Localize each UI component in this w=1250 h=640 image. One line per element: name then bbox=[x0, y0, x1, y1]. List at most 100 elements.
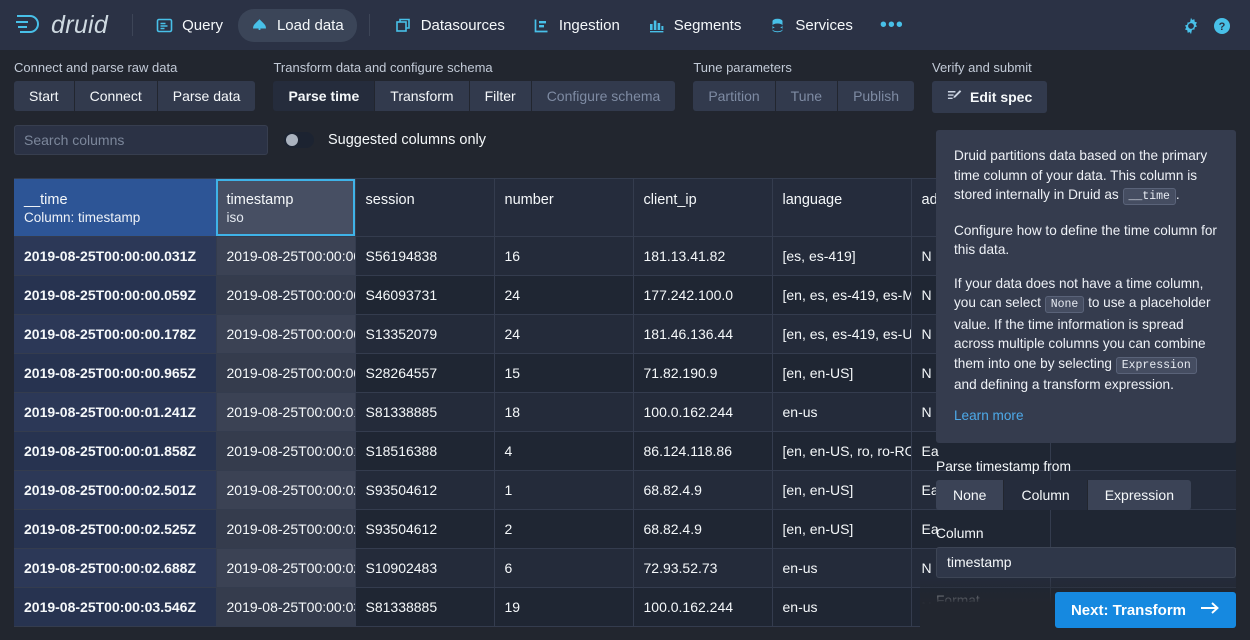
column-header-time[interactable]: __time Column: timestamp bbox=[14, 179, 216, 236]
cell-timestamp: 2019-08-25T00:00:02.6 bbox=[216, 548, 355, 587]
search-input[interactable] bbox=[14, 125, 268, 155]
toggle-switch[interactable] bbox=[284, 132, 314, 148]
cell-timestamp: 2019-08-25T00:00:00.0 bbox=[216, 236, 355, 275]
cell-session: S93504612 bbox=[355, 470, 494, 509]
column-name: number bbox=[505, 191, 623, 209]
svg-text:?: ? bbox=[1219, 21, 1226, 33]
step-button-transform[interactable]: Transform bbox=[375, 81, 469, 111]
column-subtitle: iso bbox=[227, 209, 345, 227]
step-button-edit-spec[interactable]: Edit spec bbox=[932, 81, 1047, 113]
nav-item-label: Load data bbox=[277, 17, 344, 34]
cell-number: 2 bbox=[494, 509, 633, 548]
cell-number: 15 bbox=[494, 353, 633, 392]
toggle-knob bbox=[286, 134, 298, 146]
cell-language: [en, en-US, ro, ro-RO] bbox=[772, 431, 911, 470]
nav-item-query[interactable]: Query bbox=[143, 9, 236, 42]
cell-language: en-us bbox=[772, 587, 911, 626]
cell-language: [es, es-419] bbox=[772, 236, 911, 275]
step-button-parse-data[interactable]: Parse data bbox=[158, 81, 256, 111]
wizard-step-bar: Connect and parse raw data Start Connect… bbox=[0, 50, 1250, 113]
column-input[interactable] bbox=[936, 547, 1236, 578]
info-paragraph-2: Configure how to define the time column … bbox=[954, 221, 1218, 260]
toggle-label: Suggested columns only bbox=[328, 132, 486, 148]
cell-session: S46093731 bbox=[355, 275, 494, 314]
column-field-label: Column bbox=[936, 526, 1236, 541]
navbar-divider-1 bbox=[132, 14, 133, 36]
code-expression: Expression bbox=[1116, 357, 1197, 374]
datasources-icon bbox=[395, 17, 412, 34]
cell-session: S56194838 bbox=[355, 236, 494, 275]
cell-client-ip: 71.82.190.9 bbox=[633, 353, 772, 392]
segment-column[interactable]: Column bbox=[1004, 480, 1087, 510]
cell-language: en-us bbox=[772, 392, 911, 431]
upload-icon bbox=[251, 17, 268, 34]
cell-timestamp: 2019-08-25T00:00:01.8 bbox=[216, 431, 355, 470]
step-buttons: Partition Tune Publish bbox=[693, 81, 914, 111]
cell-client-ip: 100.0.162.244 bbox=[633, 587, 772, 626]
nav-item-services[interactable]: Services bbox=[756, 9, 866, 42]
next-button-label: Next: Transform bbox=[1071, 602, 1186, 619]
column-name: session bbox=[366, 191, 484, 209]
step-group-connect: Connect and parse raw data Start Connect… bbox=[14, 60, 255, 111]
brand-name: druid bbox=[51, 11, 108, 40]
step-buttons: Parse time Transform Filter Configure sc… bbox=[273, 81, 675, 111]
druid-load-data-page: druid Query Load data Dataso bbox=[0, 0, 1250, 640]
nav-item-segments[interactable]: Segments bbox=[635, 9, 755, 42]
step-button-start[interactable]: Start bbox=[14, 81, 75, 111]
cell-client-ip: 86.124.118.86 bbox=[633, 431, 772, 470]
column-header-timestamp[interactable]: timestamp iso bbox=[216, 179, 355, 236]
nav-item-label: Ingestion bbox=[559, 17, 620, 34]
parse-time-side-panel: Druid partitions data based on the prima… bbox=[936, 130, 1236, 596]
query-icon bbox=[156, 17, 173, 34]
info-text: and defining a transform expression. bbox=[954, 377, 1174, 392]
nav-item-label: Segments bbox=[674, 17, 742, 34]
help-icon[interactable]: ? bbox=[1213, 17, 1230, 34]
step-group-transform: Transform data and configure schema Pars… bbox=[273, 60, 675, 111]
cell-time: 2019-08-25T00:00:00.965Z bbox=[14, 353, 216, 392]
cell-number: 18 bbox=[494, 392, 633, 431]
column-header-language[interactable]: language bbox=[772, 179, 911, 236]
next-transform-button[interactable]: Next: Transform bbox=[1055, 592, 1236, 628]
step-button-publish: Publish bbox=[838, 81, 914, 111]
nav-item-label: Query bbox=[182, 17, 223, 34]
column-name: timestamp bbox=[227, 191, 345, 209]
navbar-items: Query Load data Datasources Ingestio bbox=[143, 9, 916, 42]
column-header-number[interactable]: number bbox=[494, 179, 633, 236]
cell-timestamp: 2019-08-25T00:00:00.9 bbox=[216, 353, 355, 392]
info-text: . bbox=[1176, 187, 1180, 202]
nav-item-load-data[interactable]: Load data bbox=[238, 9, 357, 42]
cell-client-ip: 177.242.100.0 bbox=[633, 275, 772, 314]
column-header-client-ip[interactable]: client_ip bbox=[633, 179, 772, 236]
druid-logo[interactable]: druid bbox=[14, 11, 122, 40]
cell-time: 2019-08-25T00:00:01.858Z bbox=[14, 431, 216, 470]
step-button-connect[interactable]: Connect bbox=[75, 81, 158, 111]
step-group-tune: Tune parameters Partition Tune Publish bbox=[693, 60, 914, 111]
druid-logo-icon bbox=[14, 12, 44, 38]
cell-language: en-us bbox=[772, 548, 911, 587]
column-header-session[interactable]: session bbox=[355, 179, 494, 236]
column-name: client_ip bbox=[644, 191, 762, 209]
suggested-columns-toggle[interactable]: Suggested columns only bbox=[284, 132, 486, 148]
cell-number: 19 bbox=[494, 587, 633, 626]
step-button-parse-time[interactable]: Parse time bbox=[273, 81, 375, 111]
navbar-more-button[interactable]: ••• bbox=[868, 20, 916, 30]
segment-expression[interactable]: Expression bbox=[1088, 480, 1191, 510]
nav-item-datasources[interactable]: Datasources bbox=[382, 9, 518, 42]
cell-number: 24 bbox=[494, 275, 633, 314]
step-group-title: Transform data and configure schema bbox=[273, 60, 675, 75]
cell-language: [en, en-US] bbox=[772, 353, 911, 392]
cell-time: 2019-08-25T00:00:03.546Z bbox=[14, 587, 216, 626]
nav-item-ingestion[interactable]: Ingestion bbox=[520, 9, 633, 42]
step-group-verify: Verify and submit Edit spec bbox=[932, 60, 1047, 113]
cell-session: S81338885 bbox=[355, 392, 494, 431]
learn-more-link[interactable]: Learn more bbox=[954, 408, 1024, 423]
cell-time: 2019-08-25T00:00:00.059Z bbox=[14, 275, 216, 314]
gear-icon[interactable] bbox=[1182, 17, 1199, 34]
column-name: __time bbox=[24, 191, 206, 209]
step-button-filter[interactable]: Filter bbox=[470, 81, 532, 111]
cell-number: 6 bbox=[494, 548, 633, 587]
segment-none[interactable]: None bbox=[936, 480, 1004, 510]
cell-language: [en, en-US] bbox=[772, 509, 911, 548]
step-group-title: Tune parameters bbox=[693, 60, 914, 75]
parse-timestamp-from-group: None Column Expression bbox=[936, 480, 1191, 510]
